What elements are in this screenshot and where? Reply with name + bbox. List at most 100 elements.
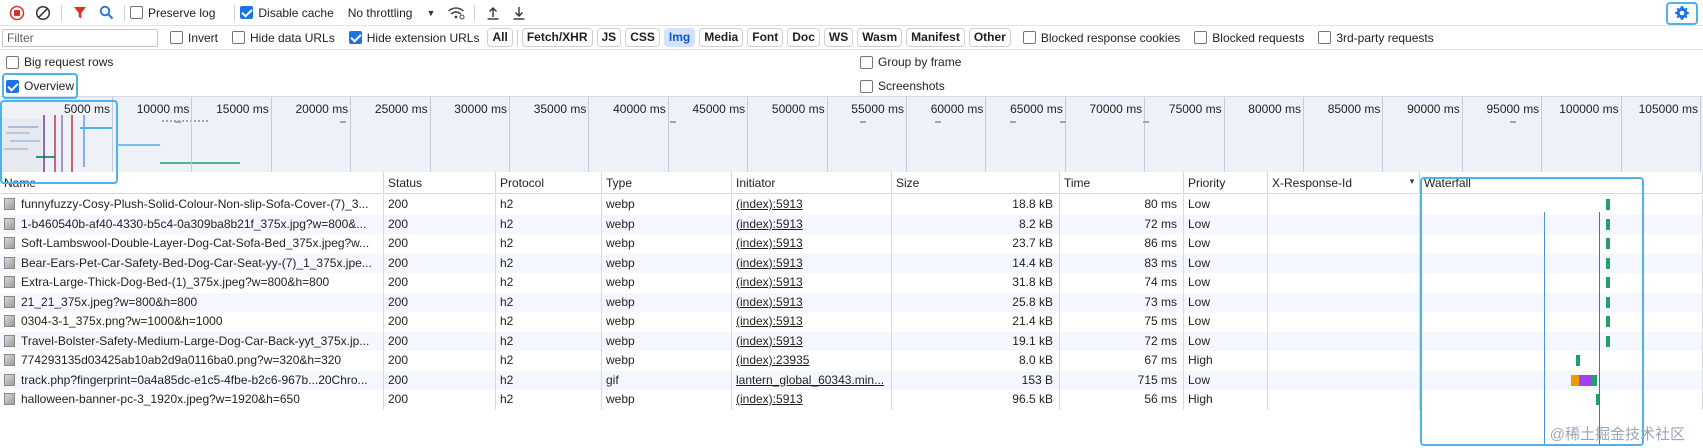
gear-icon[interactable]: [1669, 0, 1695, 26]
table-row[interactable]: Soft-Lambswool-Double-Layer-Dog-Cat-Sofa…: [0, 234, 1703, 254]
column-header-size[interactable]: Size: [892, 172, 1060, 194]
initiator-link[interactable]: (index):5913: [736, 217, 803, 231]
big-request-rows-checkbox[interactable]: Big request rows: [6, 55, 113, 69]
waterfall-bar[interactable]: [1576, 355, 1580, 366]
column-header-response-id[interactable]: X-Response-Id: [1268, 172, 1420, 194]
big-request-rows-box[interactable]: [6, 55, 19, 69]
cell-name[interactable]: track.php?fingerprint=0a4a85dc-e1c5-4fbe…: [0, 370, 384, 390]
waterfall-bar[interactable]: [1606, 257, 1610, 269]
type-filter-all[interactable]: All: [487, 28, 513, 47]
third-party-requests-checkbox[interactable]: 3rd-party requests: [1318, 31, 1434, 45]
cell-name[interactable]: 774293135d03425ab10ab2d9a0116ba0.png?w=3…: [0, 351, 384, 371]
initiator-link[interactable]: (index):5913: [736, 392, 803, 406]
waterfall-bar[interactable]: [1606, 277, 1610, 288]
overview-checkbox[interactable]: Overview: [6, 79, 74, 93]
blocked-requests-checkbox[interactable]: Blocked requests: [1194, 31, 1304, 45]
preserve-log-checkbox[interactable]: Preserve log: [130, 6, 215, 20]
overview-timeline[interactable]: 5000 ms 10000 ms 15000 ms 20000 ms 25000 ms 3…: [0, 96, 1703, 183]
blocked-response-cookies-box[interactable]: [1022, 31, 1036, 44]
clear-icon[interactable]: [30, 0, 56, 26]
cell-name[interactable]: 0304-3-1_375x.png?w=1000&h=1000: [0, 312, 384, 332]
third-party-requests-box[interactable]: [1318, 31, 1332, 44]
type-filter-css[interactable]: CSS: [625, 28, 660, 47]
invert-checkbox[interactable]: Invert: [170, 31, 218, 45]
cell-name[interactable]: Extra-Large-Thick-Dog-Bed-(1)_375x.jpeg?…: [0, 273, 384, 293]
type-filter-ws[interactable]: WS: [823, 28, 854, 47]
preserve-log-box[interactable]: [130, 6, 143, 19]
type-filter-wasm[interactable]: Wasm: [857, 28, 903, 47]
table-row[interactable]: Extra-Large-Thick-Dog-Bed-(1)_375x.jpeg?…: [0, 273, 1703, 293]
record-stop-icon[interactable]: [4, 0, 30, 26]
initiator-link[interactable]: (index):23935: [736, 353, 809, 367]
initiator-link[interactable]: (index):5913: [736, 334, 803, 348]
type-filter-img[interactable]: Img: [663, 28, 696, 47]
screenshots-box[interactable]: [860, 79, 873, 93]
filter-icon[interactable]: [67, 0, 93, 26]
column-header-protocol[interactable]: Protocol: [496, 172, 602, 194]
invert-box[interactable]: [170, 31, 183, 44]
column-header-priority[interactable]: Priority: [1184, 172, 1268, 194]
table-row[interactable]: funnyfuzzy-Cosy-Plush-Solid-Colour-Non-s…: [0, 195, 1703, 215]
hide-data-urls-box[interactable]: [232, 31, 246, 44]
export-har-icon[interactable]: [506, 0, 532, 26]
initiator-link[interactable]: (index):5913: [736, 295, 803, 309]
cell-name[interactable]: Soft-Lambswool-Double-Layer-Dog-Cat-Sofa…: [0, 234, 384, 254]
group-by-frame-checkbox[interactable]: Group by frame: [860, 55, 961, 69]
table-row[interactable]: 21_21_375x.jpeg?w=800&h=800 200 h2 webp (ind…: [0, 292, 1703, 312]
table-row[interactable]: Bear-Ears-Pet-Car-Safety-Bed-Dog-Car-Sea…: [0, 253, 1703, 273]
type-filter-other[interactable]: Other: [968, 28, 1011, 47]
hide-extension-urls-checkbox[interactable]: Hide extension URLs: [348, 31, 479, 45]
cell-name[interactable]: 1-b460540b-af40-4330-b5c4-0a309ba8b21f_3…: [0, 214, 384, 234]
hide-data-urls-checkbox[interactable]: Hide data URLs: [232, 31, 335, 45]
initiator-link[interactable]: (index):5913: [736, 197, 803, 211]
type-filter-js[interactable]: JS: [596, 28, 622, 47]
search-icon[interactable]: [93, 0, 119, 26]
waterfall-bar[interactable]: [1606, 316, 1610, 327]
waterfall-bar[interactable]: [1606, 199, 1610, 210]
type-filter-doc[interactable]: Doc: [787, 28, 820, 47]
initiator-link[interactable]: (index):5913: [736, 275, 803, 289]
table-row[interactable]: 1-b460540b-af40-4330-b5c4-0a309ba8b21f_3…: [0, 214, 1703, 234]
blocked-response-cookies-checkbox[interactable]: Blocked response cookies: [1022, 31, 1180, 45]
group-by-frame-box[interactable]: [860, 55, 873, 69]
waterfall-bar[interactable]: [1606, 296, 1610, 308]
screenshots-checkbox[interactable]: Screenshots: [860, 79, 945, 93]
disable-cache-checkbox[interactable]: Disable cache: [240, 6, 334, 20]
waterfall-bar[interactable]: [1606, 335, 1610, 347]
table-row[interactable]: track.php?fingerprint=0a4a85dc-e1c5-4fbe…: [0, 370, 1703, 390]
overview-box[interactable]: [6, 79, 19, 93]
waterfall-bar[interactable]: [1606, 218, 1610, 230]
table-row[interactable]: Travel-Bolster-Safety-Medium-Large-Dog-C…: [0, 331, 1703, 351]
table-row[interactable]: 0304-3-1_375x.png?w=1000&h=1000 200 h2 webp…: [0, 312, 1703, 332]
cell-name[interactable]: halloween-banner-pc-3_1920x.jpeg?w=1920&…: [0, 390, 384, 410]
type-filter-font[interactable]: Font: [747, 28, 784, 47]
network-conditions-icon[interactable]: [443, 0, 469, 26]
initiator-link[interactable]: lantern_global_60343.min...: [736, 373, 884, 387]
initiator-link[interactable]: (index):5913: [736, 314, 803, 328]
column-header-status[interactable]: Status: [384, 172, 496, 194]
import-har-icon[interactable]: [480, 0, 506, 26]
table-row[interactable]: halloween-banner-pc-3_1920x.jpeg?w=1920&…: [0, 390, 1703, 410]
type-filter-manifest[interactable]: Manifest: [906, 28, 965, 47]
column-header-time[interactable]: Time: [1060, 172, 1184, 194]
filter-input[interactable]: [2, 28, 158, 47]
initiator-link[interactable]: (index):5913: [736, 236, 803, 250]
column-header-type[interactable]: Type: [602, 172, 732, 194]
disable-cache-box[interactable]: [240, 6, 254, 19]
initiator-link[interactable]: (index):5913: [736, 256, 803, 270]
cell-name[interactable]: Bear-Ears-Pet-Car-Safety-Bed-Dog-Car-Sea…: [0, 253, 384, 273]
column-header-initiator[interactable]: Initiator: [732, 172, 892, 194]
cell-name[interactable]: funnyfuzzy-Cosy-Plush-Solid-Colour-Non-s…: [0, 195, 384, 215]
throttling-select[interactable]: No throttling ▼: [348, 6, 436, 20]
type-filter-fetch-xhr[interactable]: Fetch/XHR: [521, 28, 593, 47]
waterfall-bar[interactable]: [1606, 238, 1610, 249]
column-header-waterfall[interactable]: Waterfall: [1420, 172, 1703, 194]
column-header-name[interactable]: Name: [0, 172, 384, 194]
blocked-requests-box[interactable]: [1194, 31, 1208, 44]
type-filter-media[interactable]: Media: [699, 28, 744, 47]
cell-name[interactable]: 21_21_375x.jpeg?w=800&h=800: [0, 292, 384, 312]
table-row[interactable]: 774293135d03425ab10ab2d9a0116ba0.png?w=3…: [0, 351, 1703, 371]
cell-name[interactable]: Travel-Bolster-Safety-Medium-Large-Dog-C…: [0, 331, 384, 351]
hide-extension-urls-box[interactable]: [348, 31, 362, 44]
waterfall-bar[interactable]: [1571, 374, 1597, 386]
